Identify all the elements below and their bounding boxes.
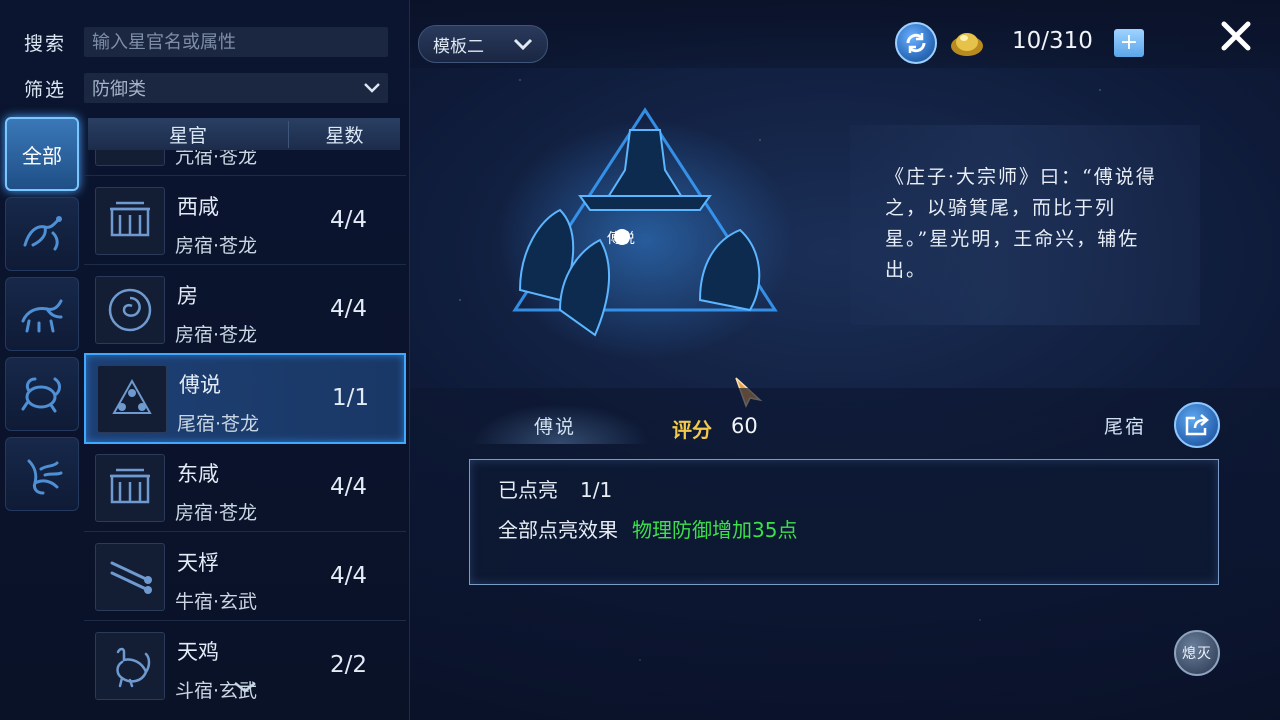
row-count: 4/4 <box>330 474 368 500</box>
header-name[interactable]: 星官 <box>88 121 288 148</box>
search-box[interactable] <box>84 27 388 57</box>
score-label: 评分 <box>672 418 712 442</box>
chevron-down-icon <box>364 83 380 93</box>
row-name: 天桴 <box>177 551 219 575</box>
phoenix-icon <box>27 459 63 495</box>
gold-ingot-icon <box>951 33 983 56</box>
filter-row: 筛选 防御类 <box>24 73 388 103</box>
constellation-icon <box>112 378 152 414</box>
row-name: 西咸 <box>177 195 219 219</box>
row-icon <box>95 276 165 344</box>
row-sub: 房宿·苍龙 <box>175 502 258 524</box>
row-count: 4/4 <box>330 296 368 322</box>
row-icon <box>95 150 165 166</box>
search-label: 搜索 <box>24 32 67 55</box>
tab-tiger[interactable] <box>5 277 79 351</box>
row-sub: 牛宿·玄武 <box>175 591 258 613</box>
search-row: 搜索 <box>24 27 388 57</box>
left-panel: 搜索 筛选 防御类 全部 <box>0 0 410 720</box>
search-input[interactable] <box>92 31 380 53</box>
row-sub: 亢宿·苍龙 <box>175 150 258 168</box>
list-item[interactable]: 西咸 房宿·苍龙 4/4 <box>84 177 406 265</box>
list-item[interactable]: 亢宿·苍龙 <box>84 150 406 176</box>
refresh-icon <box>906 33 926 53</box>
row-icon <box>95 187 165 255</box>
filter-value: 防御类 <box>92 79 146 100</box>
extinguish-button[interactable]: 熄灭 <box>1174 630 1220 676</box>
close-icon[interactable] <box>1218 18 1254 54</box>
tortoise-icon <box>21 377 61 413</box>
star-name: 傅说 <box>534 416 577 438</box>
lit-value: 1/1 <box>580 478 613 502</box>
row-icon <box>95 543 165 611</box>
tab-tortoise[interactable] <box>5 357 79 431</box>
row-name: 东咸 <box>177 462 219 486</box>
score-value: 60 <box>731 414 758 438</box>
add-resource-button[interactable]: + <box>1114 29 1144 57</box>
row-count: 4/4 <box>330 207 368 233</box>
filter-select[interactable]: 防御类 <box>84 73 388 103</box>
row-sub: 房宿·苍龙 <box>175 235 258 257</box>
tab-all-label: 全部 <box>22 143 62 168</box>
lit-row: 已点亮 1/1 <box>498 474 612 503</box>
dragon-icon <box>23 216 62 251</box>
row-count: 2/2 <box>330 652 368 678</box>
list-item-selected[interactable]: 傅说 尾宿·苍龙 1/1 <box>84 353 406 444</box>
effect-label: 全部点亮效果 <box>498 518 618 542</box>
lit-label: 已点亮 <box>498 478 558 502</box>
row-count: 1/1 <box>332 385 370 411</box>
template-value: 模板二 <box>433 36 484 57</box>
figure-label: 傅说 <box>607 231 635 247</box>
gate-icon <box>110 201 150 237</box>
row-icon <box>95 632 165 700</box>
tab-all[interactable]: 全部 <box>5 117 79 191</box>
star-list[interactable]: 亢宿·苍龙 西咸 房宿·苍龙 4/4 房 房宿·苍龙 4/4 傅说 尾宿·苍龙 … <box>84 150 406 702</box>
list-header: 星官 星数 <box>88 118 400 150</box>
rooster-icon <box>116 647 151 688</box>
chevron-down-icon <box>513 38 533 51</box>
drumsticks-icon <box>110 561 152 594</box>
effect-row: 全部点亮效果 物理防御增加35点 <box>498 514 797 543</box>
house-label: 尾宿 <box>1104 416 1147 438</box>
list-item[interactable]: 房 房宿·苍龙 4/4 <box>84 266 406 354</box>
header-stars[interactable]: 星数 <box>288 120 400 148</box>
row-icon <box>97 365 167 433</box>
list-item[interactable]: 东咸 房宿·苍龙 4/4 <box>84 444 406 532</box>
filter-label: 筛选 <box>24 78 67 101</box>
row-sub: 尾宿·苍龙 <box>177 413 260 435</box>
row-name: 房 <box>177 284 198 308</box>
template-select[interactable]: 模板二 <box>418 25 548 63</box>
quote-text: 《庄子·大宗师》曰：“傅说得之，以骑箕尾，而比于列星。”星光明，王命兴，辅佐出。 <box>885 166 1157 281</box>
row-name: 天鸡 <box>177 640 219 664</box>
list-item[interactable]: 天桴 牛宿·玄武 4/4 <box>84 533 406 621</box>
row-icon <box>95 454 165 522</box>
effect-value: 物理防御增加35点 <box>632 518 798 542</box>
gate-icon <box>110 468 150 504</box>
constellation-figure-art <box>500 107 790 360</box>
row-sub: 房宿·苍龙 <box>175 324 258 346</box>
row-count: 4/4 <box>330 563 368 589</box>
refresh-button[interactable] <box>895 22 937 64</box>
resource-counter: 10/310 <box>1012 28 1093 54</box>
category-tabs: 全部 <box>5 117 79 517</box>
row-name: 傅说 <box>179 373 221 397</box>
share-button[interactable] <box>1174 402 1220 448</box>
tiger-icon <box>21 299 63 333</box>
scroll-down-icon[interactable] <box>232 680 258 694</box>
swirl-icon <box>108 288 152 332</box>
tab-phoenix[interactable] <box>5 437 79 511</box>
share-icon <box>1185 414 1209 436</box>
tab-dragon[interactable] <box>5 197 79 271</box>
